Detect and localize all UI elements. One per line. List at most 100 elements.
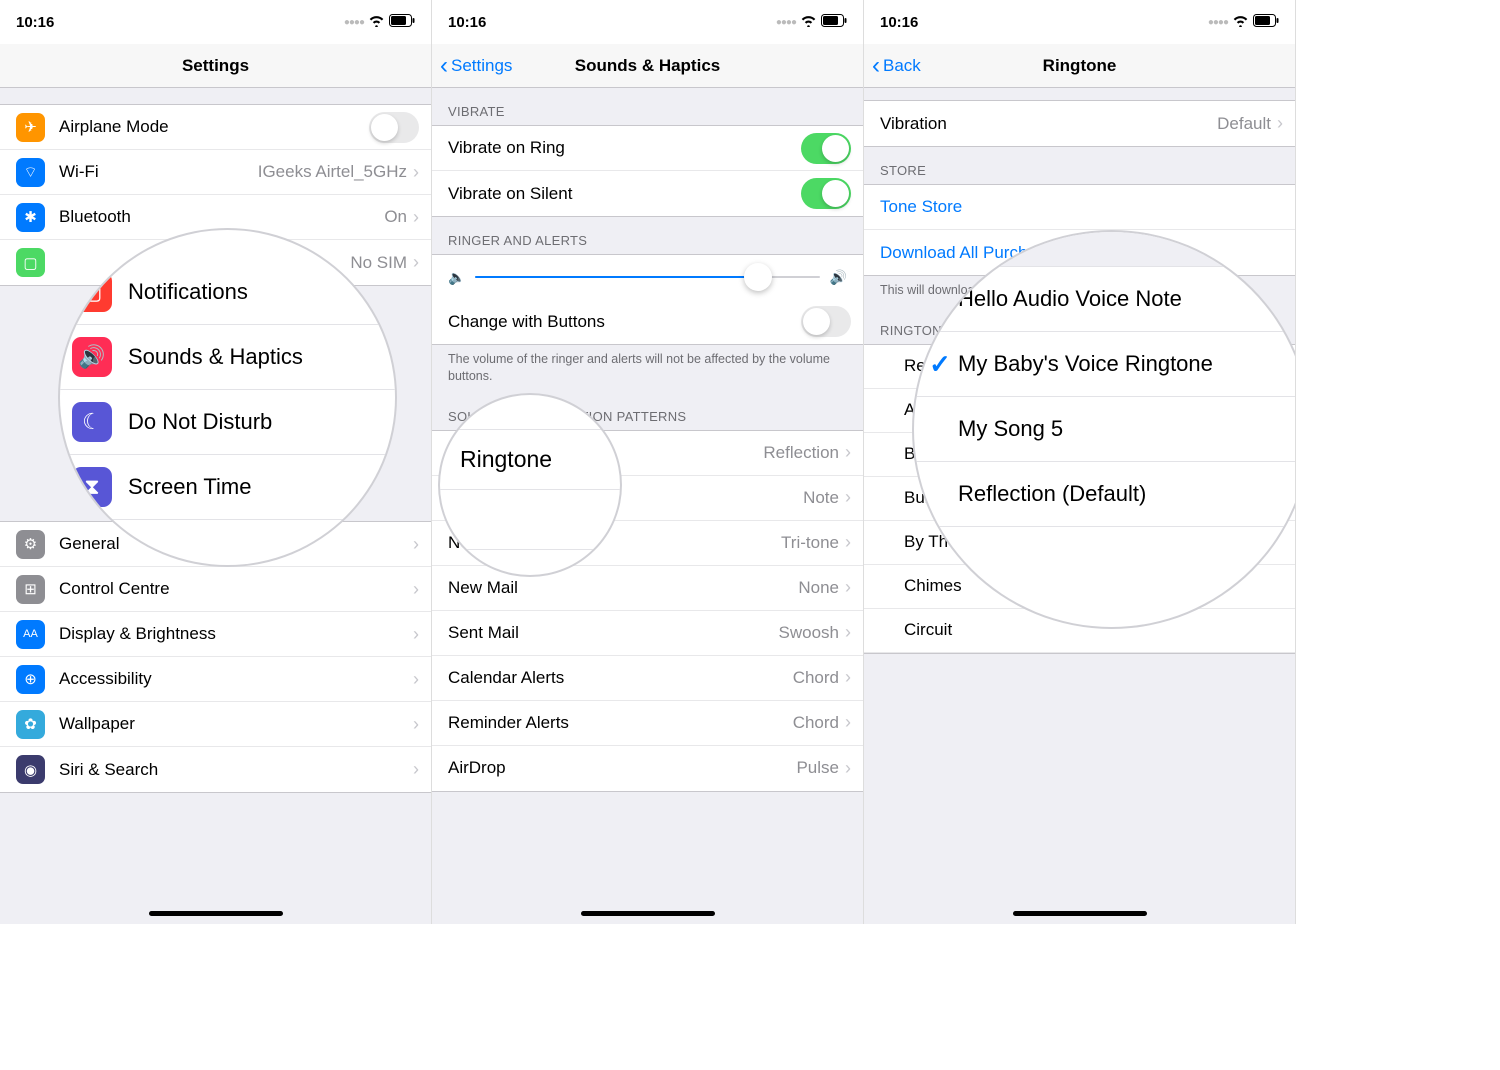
settings-row[interactable]: ⌔ Wi-Fi IGeeks Airtel_5GHz› bbox=[0, 150, 431, 195]
cellular-dots-icon: ●●●● bbox=[776, 17, 796, 28]
wifi-icon bbox=[800, 14, 817, 31]
battery-icon bbox=[821, 14, 847, 31]
row-icon: ✈ bbox=[16, 113, 45, 142]
settings-row[interactable]: ⊞ Control Centre › bbox=[0, 567, 431, 612]
chevron-right-icon: › bbox=[845, 577, 851, 598]
vibrate-row[interactable]: Vibrate on Silent bbox=[432, 171, 863, 216]
zoom-icon: ☾ bbox=[72, 402, 112, 442]
zoom-ringtone-label: Reflection (Default) bbox=[958, 481, 1146, 507]
nav-bar: ‹ Back Ringtone bbox=[864, 44, 1295, 88]
row-value: Swoosh bbox=[779, 623, 839, 643]
sound-row[interactable]: Reminder Alerts Chord › bbox=[432, 701, 863, 746]
row-label: Vibrate on Ring bbox=[448, 138, 801, 158]
row-value: Tri-tone bbox=[781, 533, 839, 553]
group-header-vibrate: VIBRATE bbox=[432, 88, 863, 125]
zoom-circle-ringtone: Ringtone bbox=[440, 395, 620, 575]
row-label: Sent Mail bbox=[448, 623, 779, 643]
home-indicator[interactable] bbox=[149, 911, 283, 916]
toggle[interactable] bbox=[369, 112, 419, 143]
chevron-right-icon: › bbox=[413, 669, 419, 690]
sound-row[interactable]: Sent Mail Swoosh › bbox=[432, 611, 863, 656]
row-value: Pulse bbox=[796, 758, 839, 778]
chevron-right-icon: › bbox=[413, 252, 419, 273]
ringer-list: 🔈 🔊 Change with Buttons bbox=[432, 254, 863, 345]
zoom-row-label: Do Not Disturb bbox=[128, 409, 272, 435]
home-indicator[interactable] bbox=[581, 911, 715, 916]
speaker-high-icon: 🔊 bbox=[830, 269, 847, 286]
zoom-ringtone-row[interactable]: ✓ My Baby's Voice Ringtone bbox=[914, 332, 1296, 397]
zoom-ringtone-row[interactable]: Reflection (Default) bbox=[914, 462, 1296, 527]
nav-back-button[interactable]: ‹ Back bbox=[872, 54, 921, 78]
zoom-icon: 🔊 bbox=[72, 337, 112, 377]
wifi-icon bbox=[1232, 14, 1249, 31]
nav-back-button[interactable]: ‹ Settings bbox=[440, 54, 512, 78]
speaker-low-icon: 🔈 bbox=[448, 269, 465, 286]
status-bar: 10:16 ●●●● bbox=[0, 0, 431, 44]
chevron-right-icon: › bbox=[413, 534, 419, 555]
vibrate-row[interactable]: Vibrate on Ring bbox=[432, 126, 863, 171]
zoom-row[interactable]: 🔊 Sounds & Haptics bbox=[60, 325, 395, 390]
zoom-row-label: Notifications bbox=[128, 279, 248, 305]
group-header-store: STORE bbox=[864, 147, 1295, 184]
row-label: Reminder Alerts bbox=[448, 713, 793, 733]
nav-bar: ‹ Settings Sounds & Haptics bbox=[432, 44, 863, 88]
row-icon: ⊕ bbox=[16, 665, 45, 694]
zoom-ringtone-label: My Song 5 bbox=[958, 416, 1063, 442]
nav-back-label: Settings bbox=[451, 56, 512, 76]
sound-row[interactable]: New Mail None › bbox=[432, 566, 863, 611]
toggle[interactable] bbox=[801, 133, 851, 164]
chevron-right-icon: › bbox=[413, 714, 419, 735]
change-with-buttons-row[interactable]: Change with Buttons bbox=[432, 299, 863, 344]
zoom-ringtone-row[interactable]: My Song 5 bbox=[914, 397, 1296, 462]
zoom-row[interactable]: ⧗ Screen Time bbox=[60, 455, 395, 520]
row-value: On bbox=[384, 207, 407, 227]
settings-row[interactable]: ◉ Siri & Search › bbox=[0, 747, 431, 792]
zoom-row-ringtone[interactable]: Ringtone bbox=[440, 430, 620, 490]
row-value: Chord bbox=[793, 713, 839, 733]
row-icon: ✱ bbox=[16, 203, 45, 232]
chevron-right-icon: › bbox=[413, 207, 419, 228]
cellular-dots-icon: ●●●● bbox=[344, 17, 364, 28]
settings-row[interactable]: AA Display & Brightness › bbox=[0, 612, 431, 657]
row-icon: ✿ bbox=[16, 710, 45, 739]
settings-row[interactable]: ✿ Wallpaper › bbox=[0, 702, 431, 747]
toggle[interactable] bbox=[801, 178, 851, 209]
sound-row[interactable]: AirDrop Pulse › bbox=[432, 746, 863, 791]
status-right: ●●●● bbox=[776, 14, 847, 31]
nav-title: Ringtone bbox=[1043, 56, 1117, 76]
zoom-circle-settings: ▢ Notifications🔊 Sounds & Haptics☾ Do No… bbox=[60, 230, 395, 565]
chevron-right-icon: › bbox=[845, 667, 851, 688]
screen-ringtone: 10:16 ●●●● ‹ Back Ringtone Vibration Def… bbox=[864, 0, 1296, 924]
chevron-right-icon: › bbox=[413, 162, 419, 183]
zoom-row[interactable]: ☾ Do Not Disturb bbox=[60, 390, 395, 455]
chevron-right-icon: › bbox=[413, 624, 419, 645]
zoom-row-label: Ringtone bbox=[460, 446, 552, 473]
status-right: ●●●● bbox=[1208, 14, 1279, 31]
zoom-row-label: Screen Time bbox=[128, 474, 252, 500]
group-header-ringer: RINGER AND ALERTS bbox=[432, 217, 863, 254]
row-icon: ⌔ bbox=[16, 158, 45, 187]
chevron-right-icon: › bbox=[845, 532, 851, 553]
chevron-right-icon: › bbox=[845, 442, 851, 463]
zoom-ringtone-label: Hello Audio Voice Note bbox=[958, 286, 1182, 312]
chevron-right-icon: › bbox=[845, 758, 851, 779]
row-label: Change with Buttons bbox=[448, 312, 801, 332]
store-row[interactable]: Tone Store bbox=[864, 185, 1295, 230]
row-label: Tone Store bbox=[880, 197, 1283, 217]
row-label: Display & Brightness bbox=[59, 624, 413, 644]
vibration-row[interactable]: Vibration Default › bbox=[864, 101, 1295, 146]
settings-row[interactable]: ✈ Airplane Mode bbox=[0, 105, 431, 150]
row-value: No SIM bbox=[350, 253, 407, 273]
row-label: AirDrop bbox=[448, 758, 796, 778]
zoom-row-partial bbox=[440, 490, 620, 550]
volume-slider[interactable] bbox=[475, 276, 819, 278]
home-indicator[interactable] bbox=[1013, 911, 1147, 916]
battery-icon bbox=[1253, 14, 1279, 31]
nav-bar: Settings bbox=[0, 44, 431, 88]
change-with-buttons-toggle[interactable] bbox=[801, 306, 851, 337]
settings-row[interactable]: ⊕ Accessibility › bbox=[0, 657, 431, 702]
nav-back-label: Back bbox=[883, 56, 921, 76]
screen-settings: 10:16 ●●●● Settings ✈ Airplane Mode ⌔ Wi… bbox=[0, 0, 432, 924]
sound-row[interactable]: Calendar Alerts Chord › bbox=[432, 656, 863, 701]
row-label: Wi-Fi bbox=[59, 162, 258, 182]
